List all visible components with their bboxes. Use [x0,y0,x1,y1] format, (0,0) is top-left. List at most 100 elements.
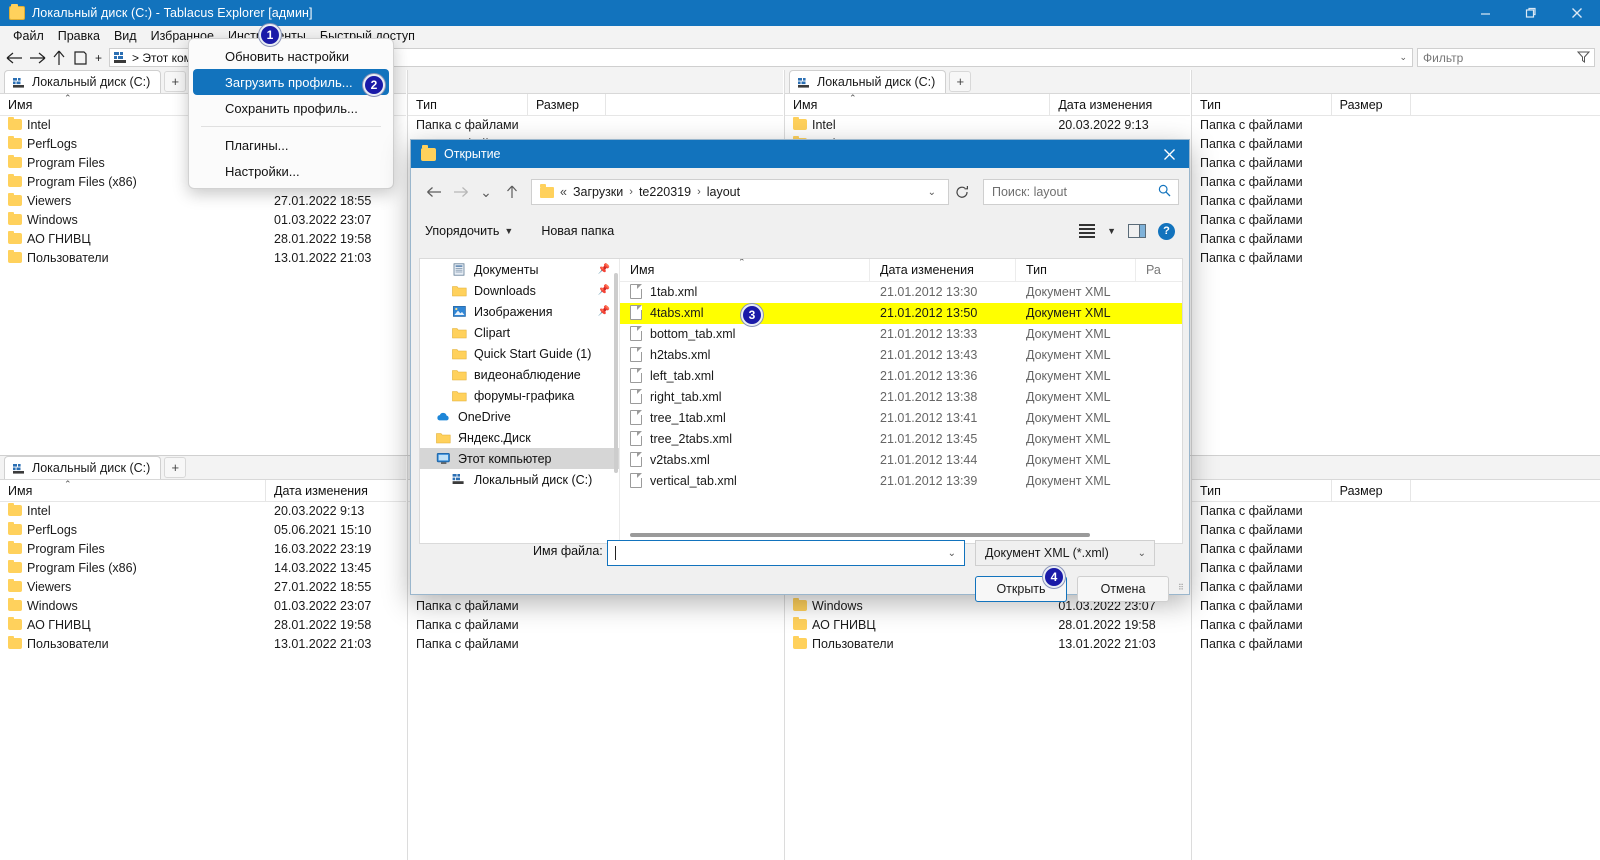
dialog-file-row-4[interactable]: left_tab.xml 21.01.2012 13:36 Документ XML [620,366,1182,387]
column-header-type[interactable]: Тип [1192,93,1332,116]
column-header-type[interactable]: Тип [1192,479,1332,502]
dialog-file-row-7[interactable]: tree_2tabs.xml 21.01.2012 13:45 Документ X… [620,429,1182,450]
new-tab-icon[interactable] [70,47,92,69]
dialog-search-input[interactable]: Поиск: layout [983,179,1179,205]
menu-item-load-profile[interactable]: Загрузить профиль... [193,69,389,95]
menu-item-plugins[interactable]: Плагины... [193,132,389,158]
table-row[interactable]: Папка с файлами [1192,502,1600,521]
menu-item-edit[interactable]: Правка [51,28,107,44]
column-header-type[interactable]: Тип [408,93,528,116]
table-row[interactable]: Папка с файлами [408,116,783,135]
dialog-close-button[interactable] [1149,140,1189,168]
column-header-date[interactable]: Дата изменения [266,480,406,502]
filetype-chevron-down-icon[interactable]: ⌄ [1130,548,1154,559]
column-header-blank[interactable] [1411,94,1600,116]
new-tab-button[interactable]: + [164,71,187,92]
breadcrumb-segment-1[interactable]: te220319 [639,185,691,199]
pin-icon[interactable]: 📌 [598,264,610,275]
nav-pane-item-10[interactable]: Локальный диск (C:) [420,469,619,490]
close-button[interactable] [1554,0,1600,26]
table-row[interactable]: Папка с файлами [1192,635,1600,654]
tab-local-disk-c[interactable]: Локальный диск (C:) [4,70,162,93]
back-arrow-icon[interactable] [4,47,26,69]
filetype-select[interactable]: Документ XML (*.xml) ⌄ [975,540,1155,566]
table-row[interactable]: Windows 01.03.2022 23:07 [0,597,406,616]
menu-item-file[interactable]: Файл [6,28,51,44]
filename-chevron-down-icon[interactable]: ⌄ [940,548,964,559]
table-row[interactable]: Пользователи 13.01.2022 21:03 [785,635,1190,654]
cancel-button[interactable]: Отмена [1077,576,1169,602]
table-row[interactable]: Папка с файлами [1192,211,1600,230]
dialog-file-row-1[interactable]: 4tabs.xml 21.01.2012 13:50 Документ XML [620,303,1182,324]
pin-icon[interactable]: 📌 [598,285,610,296]
table-row[interactable]: АО ГНИВЦ 28.01.2022 19:58 [785,616,1190,635]
table-row[interactable]: PerfLogs 05.06.2021 15:10 [0,521,406,540]
list-column-header-type[interactable]: Тип [1016,259,1136,282]
address-chevron-down-icon[interactable]: ⌄ [1399,52,1407,63]
nav-pane-item-2[interactable]: Изображения 📌 [420,301,619,322]
table-row[interactable]: Пользователи 13.01.2022 21:03 [0,635,406,654]
nav-pane-item-1[interactable]: Downloads 📌 [420,280,619,301]
table-row[interactable]: АО ГНИВЦ 28.01.2022 19:58 [0,616,406,635]
dialog-file-row-2[interactable]: bottom_tab.xml 21.01.2012 13:33 Документ X… [620,324,1182,345]
filter-input[interactable]: Фильтр [1417,48,1595,67]
table-row[interactable]: Program Files (x86) 14.03.2022 13:45 [0,559,406,578]
column-header-blank[interactable] [606,94,782,116]
dialog-file-row-9[interactable]: vertical_tab.xml 21.01.2012 13:39 Документ… [620,471,1182,492]
menu-item-view[interactable]: Вид [107,28,144,44]
table-row[interactable]: Папка с файлами [1192,521,1600,540]
view-list-icon[interactable] [1079,224,1096,238]
column-header-size[interactable]: Размер [1332,479,1412,502]
table-row[interactable]: Папка с файлами [1192,597,1600,616]
navigation-pane-scrollbar[interactable] [614,273,618,473]
dialog-file-row-3[interactable]: h2tabs.xml 21.01.2012 13:43 Документ XML [620,345,1182,366]
menu-item-save-profile[interactable]: Сохранить профиль... [193,95,389,121]
column-header-blank[interactable] [1411,480,1600,502]
table-row[interactable]: Папка с файлами [1192,540,1600,559]
table-row[interactable]: Папка с файлами [1192,154,1600,173]
column-header-name[interactable]: Имя [0,479,266,502]
dialog-refresh-icon[interactable] [949,179,975,205]
list-column-header-date[interactable]: Дата изменения [870,259,1016,282]
dialog-forward-arrow-icon[interactable] [447,179,473,205]
list-column-header-size[interactable]: Ра [1136,259,1182,282]
pin-icon[interactable]: 📌 [598,306,610,317]
column-header-date[interactable]: Дата изменения [1050,94,1190,116]
table-row[interactable]: Папка с файлами [1192,230,1600,249]
dialog-file-row-6[interactable]: tree_1tab.xml 21.01.2012 13:41 Документ XM… [620,408,1182,429]
file-list-horizontal-scrollbar[interactable] [630,533,1090,537]
table-row[interactable]: Папка с файлами [1192,173,1600,192]
new-folder-button[interactable]: Новая папка [541,224,614,238]
table-row[interactable]: Папка с файлами [1192,616,1600,635]
table-row[interactable]: Program Files 16.03.2022 23:19 [0,540,406,559]
nav-pane-item-3[interactable]: Clipart [420,322,619,343]
maximize-button[interactable] [1508,0,1554,26]
nav-pane-item-0[interactable]: Документы 📌 [420,259,619,280]
table-row[interactable]: АО ГНИВЦ 28.01.2022 19:58 [0,230,406,249]
dialog-file-row-5[interactable]: right_tab.xml 21.01.2012 13:38 Документ XM… [620,387,1182,408]
table-row[interactable]: Папка с файлами [408,616,783,635]
table-row[interactable]: Папка с файлами [408,597,783,616]
table-row[interactable]: Папка с файлами [1192,116,1600,135]
filename-input[interactable]: ⌄ [607,540,965,566]
nav-pane-item-4[interactable]: Quick Start Guide (1) [420,343,619,364]
nav-pane-item-5[interactable]: видеонаблюдение [420,364,619,385]
table-row[interactable]: Intel 20.03.2022 9:13 [785,116,1190,135]
dialog-up-arrow-icon[interactable] [499,179,525,205]
column-header-size[interactable]: Размер [528,93,606,116]
tab-local-disk-c-right[interactable]: Локальный диск (C:) [789,70,947,93]
dialog-back-arrow-icon[interactable] [421,179,447,205]
minimize-button[interactable] [1462,0,1508,26]
nav-pane-item-9[interactable]: Этот компьютер [420,448,619,469]
view-chevron-down-icon[interactable]: ▼ [1107,226,1116,236]
table-row[interactable]: Папка с файлами [408,635,783,654]
preview-pane-icon[interactable] [1128,224,1146,238]
table-row[interactable]: Пользователи 13.01.2022 21:03 [0,249,406,268]
up-arrow-icon[interactable] [48,47,70,69]
dialog-file-row-8[interactable]: v2tabs.xml 21.01.2012 13:44 Документ XML [620,450,1182,471]
table-row[interactable]: Папка с файлами [1192,192,1600,211]
breadcrumb-segment-2[interactable]: layout [707,185,740,199]
tab-local-disk-c-bottom[interactable]: Локальный диск (C:) [4,456,162,479]
table-row[interactable]: Папка с файлами [1192,578,1600,597]
table-row[interactable]: Intel 20.03.2022 9:13 [0,502,406,521]
